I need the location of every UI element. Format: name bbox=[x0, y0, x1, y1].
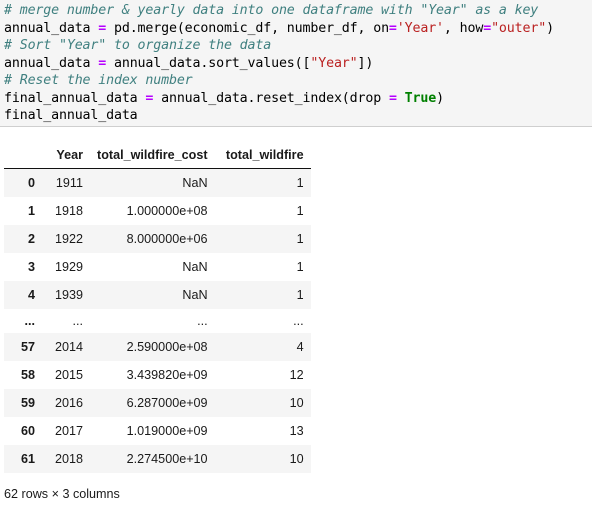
table-cell: ... bbox=[72, 314, 84, 328]
column-header-total-wildfire: total_wildfire bbox=[214, 145, 311, 169]
table-row: 59 2016 6.287000e+09 10 bbox=[4, 389, 311, 417]
table-cell: NaN bbox=[182, 176, 208, 190]
code-token-plain: final_annual_data bbox=[4, 108, 138, 123]
row-index-cell: 3 bbox=[27, 260, 35, 274]
code-line: final_annual_data = annual_data.reset_in… bbox=[4, 90, 592, 108]
table-cell: 1939 bbox=[54, 288, 83, 302]
row-index-cell: 0 bbox=[27, 176, 35, 190]
table-cell: 6.287000e+09 bbox=[126, 396, 208, 410]
table-cell: NaN bbox=[182, 288, 208, 302]
table-row: 58 2015 3.439820e+09 12 bbox=[4, 361, 311, 389]
row-index-cell: 59 bbox=[20, 396, 35, 410]
table-cell: 10 bbox=[289, 396, 304, 410]
table-cell: ... bbox=[293, 314, 304, 328]
column-header-total-wildfire-cost: total_wildfire_cost bbox=[90, 145, 215, 169]
table-cell: ... bbox=[197, 314, 208, 328]
row-index-cell: 2 bbox=[27, 232, 35, 246]
table-cell: 8.000000e+06 bbox=[126, 232, 208, 246]
code-token-plain: ) bbox=[546, 20, 554, 36]
index-column-header bbox=[4, 145, 42, 169]
code-token-plain: final_annual_data bbox=[4, 90, 146, 106]
table-cell: 13 bbox=[289, 424, 304, 438]
code-line: annual_data = pd.merge(economic_df, numb… bbox=[4, 20, 592, 38]
table-ellipsis-row: ............ bbox=[4, 309, 311, 333]
table-row: 61 2018 2.274500e+10 10 bbox=[4, 445, 311, 473]
table-cell: 2018 bbox=[54, 452, 83, 466]
code-line: annual_data = annual_data.sort_values(["… bbox=[4, 55, 592, 73]
code-token-plain: annual_data bbox=[4, 55, 99, 71]
table-cell: 1922 bbox=[54, 232, 83, 246]
code-source[interactable]: # merge number & yearly data into one da… bbox=[4, 2, 592, 125]
code-token-plain: ]) bbox=[357, 55, 374, 71]
table-row: 57 2014 2.590000e+08 4 bbox=[4, 333, 311, 361]
table-row: 2 1922 8.000000e+06 1 bbox=[4, 225, 311, 253]
code-token-comment: # Sort "Year" to organize the data bbox=[4, 38, 272, 53]
row-index-cell: ... bbox=[24, 314, 36, 328]
table-row: 4 1939 NaN 1 bbox=[4, 281, 311, 309]
column-header-year: Year bbox=[42, 145, 90, 169]
dataframe-table: Year total_wildfire_cost total_wildfire … bbox=[4, 145, 311, 473]
table-row: 3 1929 NaN 1 bbox=[4, 253, 311, 281]
code-token-op: = bbox=[388, 20, 397, 36]
table-row: 60 2017 1.019000e+09 13 bbox=[4, 417, 311, 445]
table-cell: 2017 bbox=[54, 424, 83, 438]
code-line: # Reset the index number bbox=[4, 72, 592, 90]
code-token-plain: annual_data.reset_index(drop bbox=[153, 90, 389, 106]
table-cell: 2015 bbox=[54, 368, 83, 382]
table-cell: 4 bbox=[296, 340, 304, 354]
code-line: final_annual_data bbox=[4, 107, 592, 125]
cell-output: Year total_wildfire_cost total_wildfire … bbox=[0, 127, 592, 501]
code-line: # merge number & yearly data into one da… bbox=[4, 2, 592, 20]
code-token-op: = bbox=[388, 90, 397, 106]
dataframe-head: Year total_wildfire_cost total_wildfire bbox=[4, 145, 311, 169]
code-token-op: = bbox=[483, 20, 492, 36]
code-token-plain: , how bbox=[443, 20, 484, 36]
table-cell: 12 bbox=[289, 368, 304, 382]
table-cell: 1911 bbox=[55, 176, 83, 190]
table-cell: 1 bbox=[296, 232, 304, 246]
code-cell[interactable]: # merge number & yearly data into one da… bbox=[0, 0, 592, 127]
table-cell: 2014 bbox=[54, 340, 83, 354]
code-token-op: = bbox=[98, 20, 107, 36]
code-line: # Sort "Year" to organize the data bbox=[4, 37, 592, 55]
table-cell: 1 bbox=[296, 288, 304, 302]
code-token-plain: annual_data.sort_values([ bbox=[106, 55, 311, 71]
code-token-str: "Year" bbox=[310, 55, 358, 71]
table-cell: 1.000000e+08 bbox=[126, 204, 208, 218]
row-index-cell: 58 bbox=[20, 368, 35, 382]
row-index-cell: 60 bbox=[20, 424, 35, 438]
table-cell: 1.019000e+09 bbox=[126, 424, 208, 438]
table-row: 0 1911 NaN 1 bbox=[4, 168, 311, 197]
code-token-str: 'Year' bbox=[396, 20, 444, 36]
table-cell: 10 bbox=[289, 452, 304, 466]
table-cell: NaN bbox=[182, 260, 208, 274]
row-index-cell: 61 bbox=[20, 452, 35, 466]
code-token-plain: pd.merge(economic_df, number_df, on bbox=[106, 20, 389, 36]
dataframe-shape-footer: 62 rows × 3 columns bbox=[4, 487, 120, 501]
table-cell: 2.590000e+08 bbox=[126, 340, 208, 354]
code-token-plain: ) bbox=[436, 90, 444, 106]
table-cell: 1 bbox=[296, 260, 304, 274]
code-token-comment: # merge number & yearly data into one da… bbox=[4, 3, 539, 18]
dataframe-body: 0 1911 NaN 1 1 1918 1.000000e+08 1 2 1922 8.000000… bbox=[4, 168, 311, 473]
table-cell: 1 bbox=[296, 204, 304, 218]
row-index-cell: 4 bbox=[27, 288, 35, 302]
table-cell: 1918 bbox=[54, 204, 83, 218]
table-cell: 2.274500e+10 bbox=[126, 452, 208, 466]
code-token-str: "outer" bbox=[491, 20, 547, 36]
code-token-op: = bbox=[98, 55, 107, 71]
table-row: 1 1918 1.000000e+08 1 bbox=[4, 197, 311, 225]
table-header-row: Year total_wildfire_cost total_wildfire bbox=[4, 145, 311, 169]
table-cell: 2016 bbox=[54, 396, 83, 410]
row-index-cell: 1 bbox=[27, 204, 35, 218]
table-cell: 3.439820e+09 bbox=[126, 368, 208, 382]
table-cell: 1 bbox=[296, 176, 304, 190]
code-token-kw: True bbox=[404, 90, 437, 106]
row-index-cell: 57 bbox=[20, 340, 35, 354]
code-token-plain: annual_data bbox=[4, 20, 99, 36]
table-cell: 1929 bbox=[54, 260, 83, 274]
code-token-comment: # Reset the index number bbox=[4, 73, 193, 88]
